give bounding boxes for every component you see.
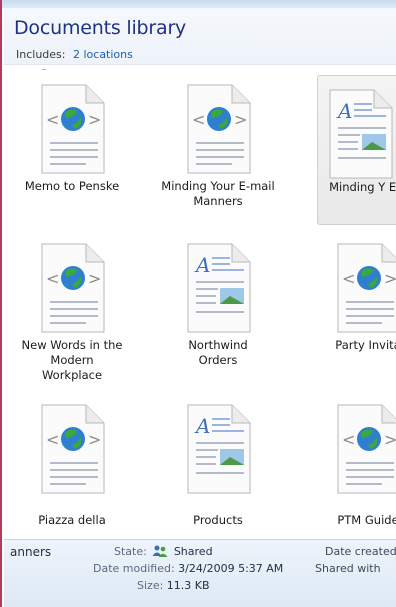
file-label: Products xyxy=(193,513,243,527)
state-row: State: Shared xyxy=(114,545,213,558)
svg-text:<: < xyxy=(46,269,59,288)
library-header: Documents library Includes: 2 locations xyxy=(4,8,396,65)
date-created-label: Date created xyxy=(325,545,396,558)
shared-with-label: Shared with xyxy=(315,562,381,575)
file-label: Party Invita xyxy=(335,338,396,352)
details-file-name: anners xyxy=(10,545,52,559)
svg-text:A: A xyxy=(194,414,210,438)
svg-text:>: > xyxy=(88,110,101,129)
svg-text:A: A xyxy=(194,253,210,277)
size-label: Size: xyxy=(137,579,164,592)
date-modified-value: 3/24/2009 5:37 AM xyxy=(178,562,284,575)
state-label: State: xyxy=(114,545,147,558)
svg-text:A: A xyxy=(336,99,352,123)
html-doc-icon: < > xyxy=(187,84,251,174)
html-doc-icon: < > xyxy=(41,404,105,494)
file-label: Minding Y E-mail Man xyxy=(329,180,396,194)
svg-text:>: > xyxy=(384,269,396,288)
shared-users-icon xyxy=(152,545,168,557)
details-pane: anners State: Shared Date modified: 3/24… xyxy=(4,539,396,607)
file-tile[interactable]: A Northwind Orders xyxy=(145,230,291,380)
file-label: Minding Your E-mail Manners xyxy=(161,179,275,208)
file-label: Northwind Orders xyxy=(188,338,248,367)
file-tile[interactable]: < > Party Invita xyxy=(295,230,396,380)
state-value: Shared xyxy=(173,545,213,558)
html-doc-icon: < > xyxy=(337,243,396,333)
file-tile[interactable]: < > PTM Guide xyxy=(295,391,396,539)
svg-text:<: < xyxy=(46,430,59,449)
window-top-band xyxy=(2,0,396,8)
svg-text:>: > xyxy=(88,269,101,288)
file-tile[interactable]: < > Minding Your E-mail Manners xyxy=(145,71,291,221)
html-doc-icon: < > xyxy=(41,243,105,333)
includes-line: Includes: 2 locations xyxy=(16,48,133,61)
word-doc-icon: A xyxy=(187,404,251,494)
library-title: Documents library xyxy=(14,17,187,39)
file-tile-selected[interactable]: A Minding Y E-mail Man xyxy=(317,75,396,225)
date-modified-row: Date modified: 3/24/2009 5:37 AM xyxy=(93,562,283,575)
size-value: 11.3 KB xyxy=(166,579,210,592)
scroll-tick xyxy=(42,69,46,70)
date-modified-label: Date modified: xyxy=(93,562,175,575)
file-tile[interactable]: < > Piazza della xyxy=(4,391,145,539)
file-label: New Words in the Modern Workplace xyxy=(21,338,123,382)
svg-text:<: < xyxy=(192,110,205,129)
file-tile[interactable]: < > Memo to Penske xyxy=(4,71,145,221)
word-doc-icon: A xyxy=(329,89,393,179)
file-tile[interactable]: A Products xyxy=(145,391,291,539)
svg-text:>: > xyxy=(234,110,247,129)
includes-label: Includes: xyxy=(16,48,66,61)
explorer-window: Documents library Includes: 2 locations … xyxy=(0,0,396,607)
html-doc-icon: < > xyxy=(337,404,396,494)
locations-link[interactable]: 2 locations xyxy=(73,48,133,61)
svg-text:>: > xyxy=(384,430,396,449)
file-label: Memo to Penske xyxy=(24,179,120,193)
size-row: Size: 11.3 KB xyxy=(137,579,210,592)
svg-text:>: > xyxy=(88,430,101,449)
word-doc-icon: A xyxy=(187,243,251,333)
file-grid: < > Memo to Penske < > Minding Your E-ma… xyxy=(4,65,396,539)
file-tile[interactable]: < > New Words in the Modern Workplace xyxy=(4,230,145,382)
html-doc-icon: < > xyxy=(41,84,105,174)
svg-text:<: < xyxy=(46,110,59,129)
file-label: PTM Guide xyxy=(337,513,396,527)
file-label: Piazza della xyxy=(38,513,106,527)
svg-text:<: < xyxy=(342,430,355,449)
svg-text:<: < xyxy=(342,269,355,288)
